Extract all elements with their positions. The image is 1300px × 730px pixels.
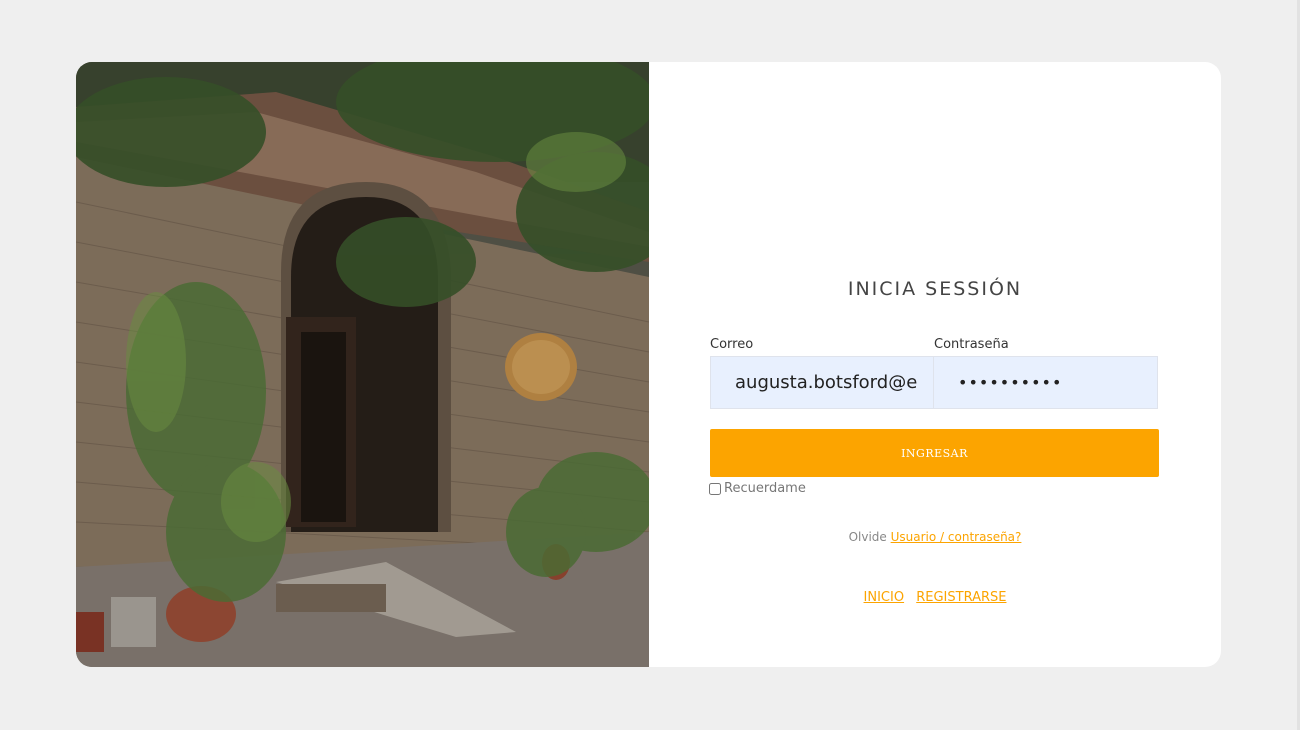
forgot-password-link[interactable]: Usuario / contraseña? xyxy=(891,530,1022,544)
credentials-inputs xyxy=(710,356,1158,409)
email-input[interactable] xyxy=(710,356,934,409)
forgot-prefix: Olvide xyxy=(848,530,887,544)
footer-links: INICIO REGISTRARSE xyxy=(649,590,1221,605)
login-form: INICIA SESSIÓN Correo Contraseña INGRESA… xyxy=(649,62,1221,667)
remember-me[interactable]: Recuerdame xyxy=(709,481,806,496)
register-link[interactable]: REGISTRARSE xyxy=(916,590,1006,605)
login-card: INICIA SESSIÓN Correo Contraseña INGRESA… xyxy=(76,62,1221,667)
forgot-password-row: Olvide Usuario / contraseña? xyxy=(649,530,1221,544)
remember-label: Recuerdame xyxy=(724,481,806,496)
email-label: Correo xyxy=(710,337,754,352)
home-link[interactable]: INICIO xyxy=(864,590,905,605)
remember-checkbox[interactable] xyxy=(709,482,721,495)
building-entrance-photo xyxy=(76,62,649,667)
password-input[interactable] xyxy=(934,356,1158,409)
page-title: INICIA SESSIÓN xyxy=(847,278,1023,300)
password-label: Contraseña xyxy=(934,337,1009,352)
submit-button[interactable]: INGRESAR xyxy=(710,429,1159,477)
